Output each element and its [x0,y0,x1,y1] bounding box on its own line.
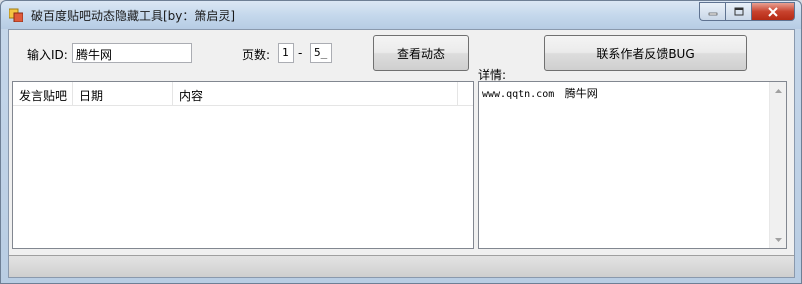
minimize-button[interactable] [699,2,725,21]
minimize-icon [708,12,717,15]
app-window: 破百度贴吧动态隐藏工具[by：箫启灵] 输入ID: 腾牛网 页数: 1 - 5_… [0,0,802,284]
maximize-icon [734,7,743,16]
contact-author-button[interactable]: 联系作者反馈BUG [544,35,747,71]
column-header-date[interactable]: 日期 [73,82,173,106]
scroll-up-icon [775,88,782,93]
column-header-content[interactable]: 内容 [173,82,458,106]
close-icon [768,6,778,17]
details-url: www.qqtn.com [482,89,555,100]
pages-label: 页数: [242,48,271,62]
column-header-filler [458,82,471,106]
title-bar: 破百度贴吧动态隐藏工具[by：箫启灵] [1,1,801,29]
view-activity-button[interactable]: 查看动态 [373,35,469,71]
app-icon [9,8,23,22]
activity-list[interactable]: 发言贴吧 日期 内容 [12,81,474,249]
page-from-input[interactable]: 1 [278,43,294,63]
details-site-name: 腾牛网 [564,87,598,100]
scroll-up-button[interactable] [770,82,787,99]
client-area: 输入ID: 腾牛网 页数: 1 - 5_ 查看动态 联系作者反馈BUG 详情: … [8,29,795,278]
maximize-button[interactable] [725,2,751,21]
scroll-down-button[interactable] [770,231,787,248]
column-header-tieba[interactable]: 发言贴吧 [13,82,73,106]
close-button[interactable] [751,2,795,21]
window-controls [699,2,795,21]
details-textarea[interactable]: www.qqtn.com 腾牛网 [478,81,787,249]
vertical-scrollbar[interactable] [769,82,786,248]
window-title: 破百度贴吧动态隐藏工具[by：箫启灵] [31,9,236,23]
status-bar [9,255,794,277]
page-to-input[interactable]: 5_ [310,43,332,63]
list-header: 发言贴吧 日期 内容 [13,82,473,106]
scroll-down-icon [775,237,782,242]
id-label: 输入ID: [27,48,68,62]
details-content: www.qqtn.com 腾牛网 [482,85,598,101]
id-input[interactable]: 腾牛网 [72,43,192,63]
page-separator: - [298,46,303,60]
